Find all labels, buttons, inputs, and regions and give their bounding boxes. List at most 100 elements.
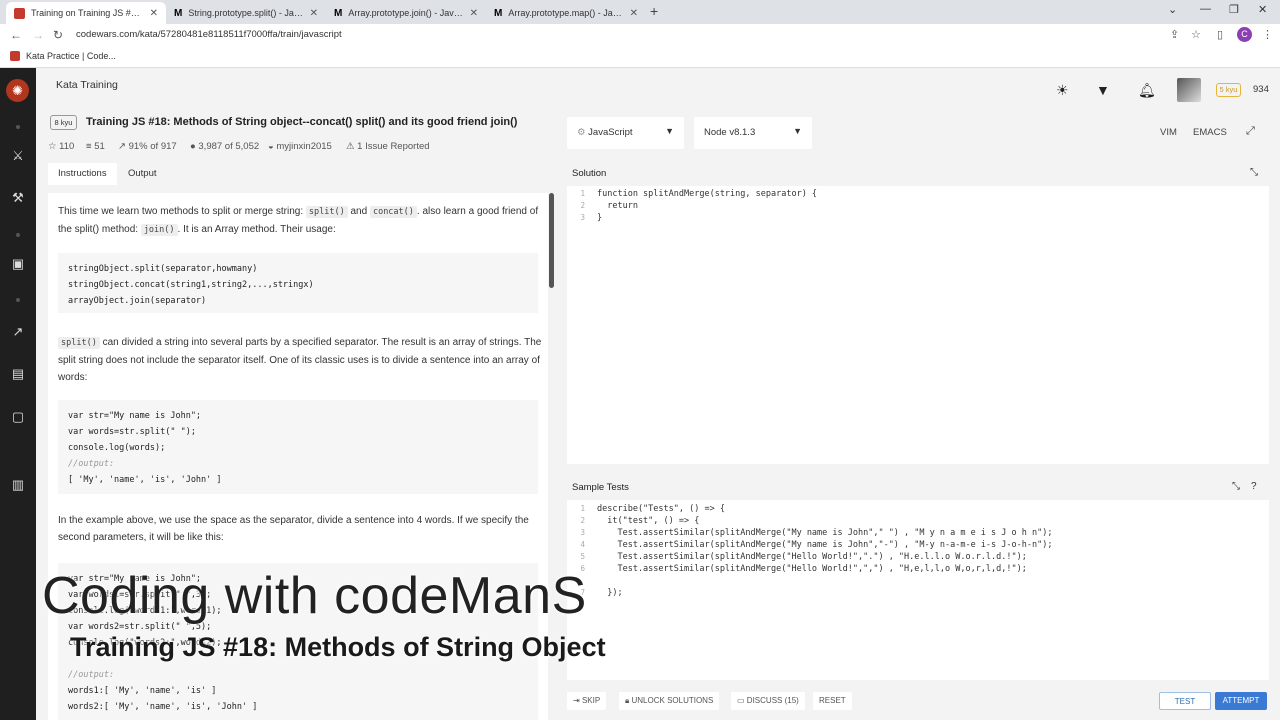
inline-code: concat() xyxy=(369,206,417,218)
minimize-icon[interactable]: — xyxy=(1200,3,1211,15)
language-select[interactable]: ⚙ JavaScript ▼ xyxy=(567,117,684,149)
skip-icon: ⇥ xyxy=(573,696,580,705)
browser-tab-active[interactable]: Training on Training JS #18: Meth ✕ xyxy=(6,2,166,24)
solution-editor[interactable]: 1 function splitAndMerge(string, separato… xyxy=(567,186,1269,464)
tab-title: String.prototype.split() - JavaScrip xyxy=(188,8,304,18)
line-code: Test.assertSimilar(splitAndMerge("Hello … xyxy=(597,552,1027,562)
share-icon[interactable]: ⇪ xyxy=(1170,28,1179,41)
close-tab-icon[interactable]: ✕ xyxy=(630,8,638,19)
collections-count: 51 xyxy=(94,141,105,152)
notification-bell-icon[interactable]: 🔔︎ xyxy=(1138,82,1156,99)
theme-toggle-icon[interactable]: ☀ xyxy=(1056,82,1069,99)
runtime-value: Node v8.1.3 xyxy=(704,127,756,138)
text: . It is an Array method. Their usage: xyxy=(177,224,336,235)
author-stat[interactable]: ◒ myjinxin2015 xyxy=(268,141,332,152)
solution-title: Solution xyxy=(572,168,607,179)
code-line: console.log(words); xyxy=(68,443,166,453)
collections-stat[interactable]: ≡ 51 xyxy=(86,141,105,152)
description-scrollbar[interactable] xyxy=(549,193,554,288)
line-number: 3 xyxy=(580,213,585,222)
line-code: Test.assertSimilar(splitAndMerge("My nam… xyxy=(597,540,1053,550)
collection-icon: ≡ xyxy=(86,141,92,152)
mdn-favicon-icon: M xyxy=(494,7,503,19)
emacs-mode-button[interactable]: EMACS xyxy=(1193,127,1227,138)
tests-editor[interactable]: 1 describe("Tests", () => { 2 it("test", … xyxy=(567,500,1269,680)
menu-icon[interactable]: ⋮ xyxy=(1262,28,1273,41)
rank-badge: 5 kyu xyxy=(1216,83,1241,97)
bookmark-item[interactable]: Kata Practice | Code... xyxy=(10,51,116,61)
side-panel-icon[interactable]: ▯ xyxy=(1217,28,1223,41)
profile-avatar[interactable]: C xyxy=(1237,27,1252,42)
language-icon: ⚙ xyxy=(577,127,586,138)
url-field[interactable]: codewars.com/kata/57280481e8118511f7000f… xyxy=(76,27,342,43)
unlock-label: UNLOCK SOLUTIONS xyxy=(631,696,714,705)
vim-mode-button[interactable]: VIM xyxy=(1160,127,1177,138)
fullscreen-icon[interactable]: ⤢ xyxy=(1246,125,1255,138)
inline-code: join() xyxy=(140,224,178,236)
user-avatar[interactable] xyxy=(1177,78,1201,102)
discuss-label: DISCUSS (15) xyxy=(746,696,799,705)
browser-tab[interactable]: M Array.prototype.join() - JavaScrip ✕ xyxy=(326,2,486,24)
chevron-down-icon: ▼ xyxy=(665,126,674,136)
chat-icon[interactable]: ▢ xyxy=(0,409,36,425)
text: and xyxy=(347,206,370,217)
tests-header: Sample Tests ⤡ ? xyxy=(567,479,1267,499)
line-code: Test.assertSimilar(splitAndMerge("Hello … xyxy=(597,564,1027,574)
discuss-button[interactable]: ▭ DISCUSS (15) xyxy=(731,692,805,710)
codewars-favicon-icon xyxy=(10,51,20,61)
code-line: [ 'My', 'name', 'is', 'John' ] xyxy=(68,475,222,485)
browser-tab[interactable]: M String.prototype.split() - JavaScrip ✕ xyxy=(166,2,326,24)
stars-stat[interactable]: ☆ 110 xyxy=(48,141,74,152)
leaderboard-icon[interactable]: ↗ xyxy=(0,324,36,340)
bookmark-icon[interactable]: ▼ xyxy=(1096,82,1110,98)
reload-icon[interactable]: ↻ xyxy=(53,28,63,42)
honor-count: 934 xyxy=(1253,84,1269,95)
docs-icon[interactable]: ▥ xyxy=(0,477,36,493)
expand-icon[interactable]: ⤡ xyxy=(1250,167,1258,178)
overlay-video-title: Training JS #18: Methods of String Objec… xyxy=(70,632,606,662)
forward-icon[interactable]: → xyxy=(32,28,44,42)
test-button[interactable]: TEST xyxy=(1159,692,1211,710)
line-number: 5 xyxy=(580,552,585,561)
help-icon[interactable]: ? xyxy=(1251,481,1257,492)
skip-button[interactable]: ⇥ SKIP xyxy=(567,692,607,710)
briefcase-icon[interactable]: ▣ xyxy=(0,256,36,272)
runtime-select[interactable]: Node v8.1.3 ▼ xyxy=(694,117,812,149)
text: can divided a string into several parts … xyxy=(58,337,542,383)
tab-output[interactable]: Output xyxy=(118,163,167,185)
close-tab-icon[interactable]: ✕ xyxy=(470,8,478,19)
codewars-logo-icon[interactable]: ✺ xyxy=(6,79,29,102)
training-icon[interactable]: ⚔ xyxy=(0,148,36,164)
bookmark-star-icon[interactable]: ☆ xyxy=(1191,28,1201,41)
new-tab-icon[interactable]: + xyxy=(650,3,658,19)
action-bar: ⇥ SKIP 🔒︎ UNLOCK SOLUTIONS ▭ DISCUSS (15… xyxy=(567,690,1269,712)
unlock-solutions-button[interactable]: 🔒︎ UNLOCK SOLUTIONS xyxy=(619,692,720,710)
line-code: Test.assertSimilar(splitAndMerge("My nam… xyxy=(597,528,1053,538)
tab-instructions[interactable]: Instructions xyxy=(48,163,117,185)
code-line: arrayObject.join(separator) xyxy=(68,296,207,306)
practice-icon[interactable]: ⚒ xyxy=(0,190,36,206)
kyu-badge: 8 kyu xyxy=(50,115,77,130)
close-window-icon[interactable]: ✕ xyxy=(1258,3,1267,16)
tab-search-icon[interactable]: ⌄ xyxy=(1168,3,1177,16)
attempt-button[interactable]: ATTEMPT xyxy=(1215,692,1267,710)
browser-tab[interactable]: M Array.prototype.map() - JavaScrip ✕ xyxy=(486,2,646,24)
tests-title: Sample Tests xyxy=(572,482,629,493)
code-line: stringObject.concat(string1,string2,...,… xyxy=(68,280,314,290)
expand-icon[interactable]: ⤡ xyxy=(1232,481,1240,492)
satisfaction-icon: ↗ xyxy=(118,141,126,152)
line-code: describe("Tests", () => { xyxy=(597,504,725,514)
close-tab-icon[interactable]: ✕ xyxy=(310,8,318,19)
issues-stat[interactable]: ⚠ 1 Issue Reported xyxy=(346,141,430,152)
close-tab-icon[interactable]: ✕ xyxy=(150,8,158,19)
restore-icon[interactable]: ❐ xyxy=(1229,3,1239,16)
back-icon[interactable]: ← xyxy=(10,28,22,42)
browser-tab-strip: Training on Training JS #18: Meth ✕ M St… xyxy=(0,0,1280,24)
discord-icon[interactable]: ▤ xyxy=(0,366,36,382)
skip-label: SKIP xyxy=(581,696,601,705)
code-line: stringObject.split(separator,howmany) xyxy=(68,264,258,274)
issues-value: 1 Issue Reported xyxy=(357,141,430,152)
text: This time we learn two methods to split … xyxy=(58,206,306,217)
line-number: 3 xyxy=(580,528,585,537)
reset-button[interactable]: RESET xyxy=(813,692,852,710)
